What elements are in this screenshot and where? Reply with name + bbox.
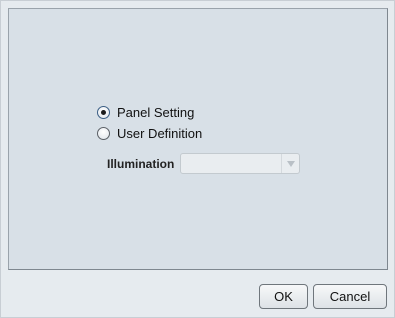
chevron-down-icon[interactable] bbox=[281, 154, 299, 173]
illumination-label: Illumination bbox=[107, 156, 175, 171]
user-definition-label: User Definition bbox=[117, 126, 203, 141]
panel-setting-label: Panel Setting bbox=[117, 105, 195, 120]
dialog-window: Panel Setting User Definition Illuminati… bbox=[0, 0, 395, 318]
user-definition-radio[interactable] bbox=[97, 127, 110, 140]
panel-setting-radio[interactable] bbox=[97, 106, 110, 119]
settings-panel: Panel Setting User Definition bbox=[8, 8, 388, 270]
panel-setting-option[interactable]: Panel Setting bbox=[97, 105, 194, 120]
illumination-row: Illumination bbox=[107, 153, 301, 174]
ok-button[interactable]: OK bbox=[259, 284, 308, 309]
cancel-button[interactable]: Cancel bbox=[313, 284, 387, 309]
user-definition-option[interactable]: User Definition bbox=[97, 126, 202, 141]
illumination-select[interactable] bbox=[180, 153, 301, 174]
